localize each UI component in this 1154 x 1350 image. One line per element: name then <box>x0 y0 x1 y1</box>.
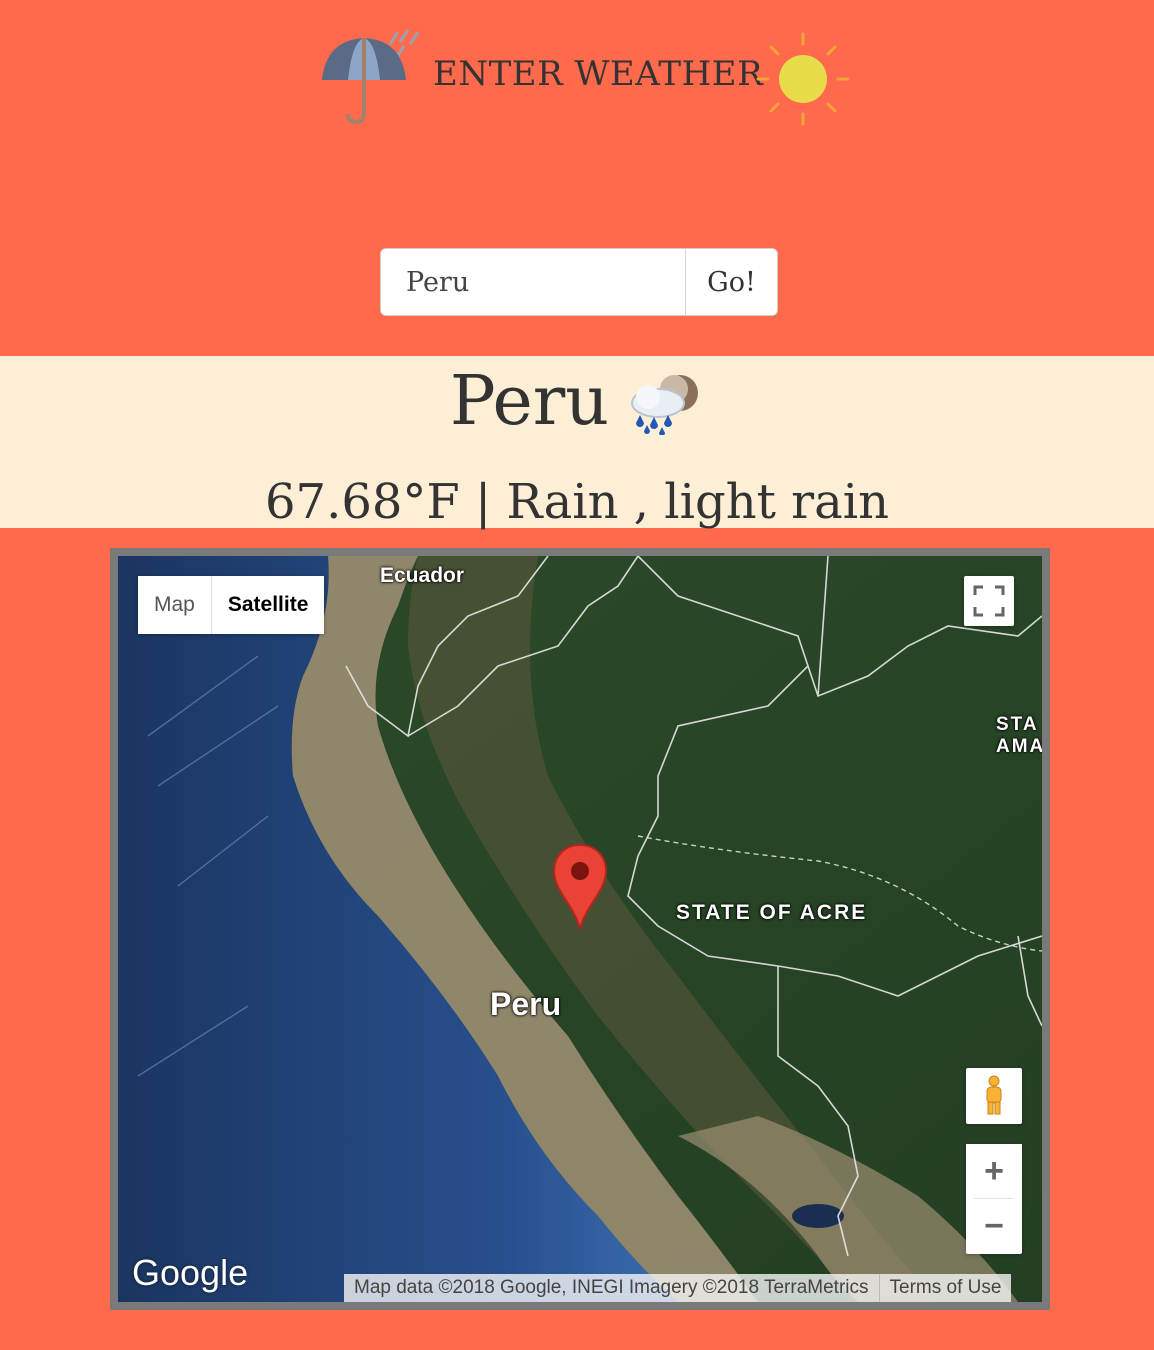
go-button[interactable]: Go! <box>685 249 777 315</box>
terms-of-use-link[interactable]: Terms of Use <box>880 1274 1012 1302</box>
weather-summary: 67.68°F | Rain , light rain <box>264 474 890 530</box>
map-label-ama: AMA <box>996 736 1042 757</box>
google-map[interactable]: Map Satellite Ecuador STATE OF ACRE Peru… <box>118 556 1042 1302</box>
weather-result-panel: Peru 67.68°F | Rain , light rain <box>0 356 1154 530</box>
pegman-icon <box>986 1075 1002 1115</box>
map-frame: Map Satellite Ecuador STATE OF ACRE Peru… <box>110 548 1050 1310</box>
map-type-control: Map Satellite <box>138 576 325 634</box>
fullscreen-icon <box>973 585 1005 617</box>
rain-cloud-icon <box>631 374 699 435</box>
fullscreen-button[interactable] <box>964 576 1014 626</box>
zoom-in-button[interactable]: + <box>966 1144 1022 1198</box>
sun-icon <box>756 32 850 126</box>
map-type-satellite-button[interactable]: Satellite <box>211 576 325 634</box>
map-data-attribution: Map data ©2018 Google, INEGI Imagery ©20… <box>344 1274 880 1302</box>
map-label-state-of-acre: STATE OF ACRE <box>676 901 868 924</box>
zoom-control: + − <box>966 1144 1022 1254</box>
google-logo[interactable]: Google <box>132 1252 248 1294</box>
header: ENTER WEATHER Go! <box>0 0 1154 356</box>
map-attribution: Map data ©2018 Google, INEGI Imagery ©20… <box>344 1274 1012 1302</box>
map-label-ecuador: Ecuador <box>380 564 465 587</box>
location-search-input[interactable] <box>381 249 685 315</box>
search-form: Go! <box>380 248 778 316</box>
map-type-map-button[interactable]: Map <box>138 576 212 634</box>
city-heading-row: Peru <box>0 362 1154 441</box>
city-name: Peru <box>449 362 610 441</box>
zoom-out-button[interactable]: − <box>966 1199 1022 1253</box>
map-label-sta: STA <box>996 714 1039 735</box>
umbrella-rain-icon <box>322 29 420 125</box>
app-title: ENTER WEATHER <box>433 54 764 94</box>
map-label-peru: Peru <box>490 986 562 1022</box>
map-marker-icon[interactable] <box>552 843 608 931</box>
map-label-state-amazonas: STA AMA <box>996 714 1042 758</box>
street-view-pegman-button[interactable] <box>966 1068 1022 1124</box>
